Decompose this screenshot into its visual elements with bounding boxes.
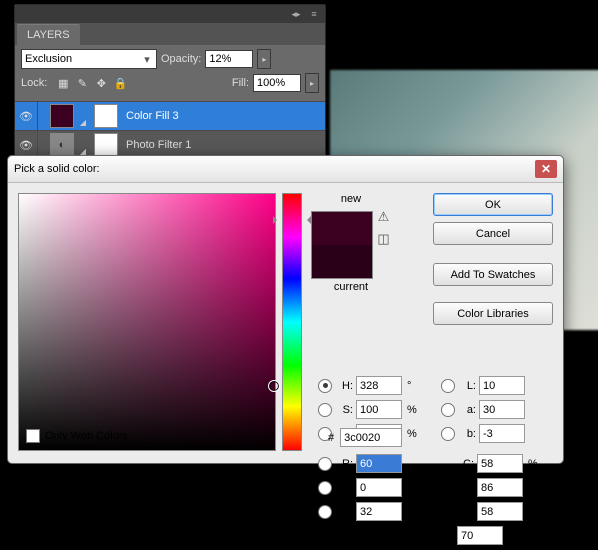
label-bb: b:	[460, 428, 476, 440]
saturation-value-field[interactable]	[18, 193, 276, 451]
radio-bb[interactable]	[441, 427, 455, 441]
menu-icon[interactable]: ≡	[307, 8, 321, 20]
sv-cursor-icon	[268, 380, 280, 392]
opacity-input[interactable]: 12%	[205, 50, 253, 68]
gamut-warning-icon[interactable]: ⚠	[376, 209, 392, 225]
unit-s: %	[407, 404, 421, 416]
layer-mask-thumb[interactable]	[94, 104, 118, 128]
color-picker-dialog: Pick a solid color: ✕ new ⚠	[7, 155, 564, 464]
layer-list: 👁 ◢ Color Fill 3 👁 ◐ ◢ Photo Filter 1	[15, 101, 325, 159]
add-to-swatches-button[interactable]: Add To Swatches	[433, 263, 553, 286]
input-l[interactable]: 10	[479, 376, 525, 395]
label-h: H:	[337, 380, 353, 392]
layer-thumb-adjustment[interactable]: ◐	[50, 133, 74, 157]
lock-transparent-icon[interactable]: ▦	[55, 75, 71, 91]
color-inputs: H: 328° L: 10 S: 100% a: 30 B: 24% b: -3…	[318, 376, 568, 550]
opacity-flyout-button[interactable]: ▸	[257, 49, 271, 69]
collapse-icon[interactable]: ◂▸	[289, 8, 303, 20]
unit-k: %	[508, 530, 522, 542]
radio-h[interactable]	[318, 379, 332, 393]
layer-name: Photo Filter 1	[126, 139, 191, 151]
input-y[interactable]: 58	[477, 502, 523, 521]
panel-titlebar: ◂▸ ≡	[15, 5, 325, 23]
current-color-swatch	[312, 245, 372, 278]
radio-l[interactable]	[441, 379, 455, 393]
blend-mode-select[interactable]: Exclusion ▾	[21, 49, 157, 69]
layers-panel: ◂▸ ≡ LAYERS Exclusion ▾ Opacity: 12% ▸ L…	[14, 4, 326, 160]
radio-a[interactable]	[441, 403, 455, 417]
unit-c: %	[528, 458, 542, 470]
input-c[interactable]: 58	[477, 454, 523, 473]
panel-tab-row: LAYERS	[15, 23, 325, 45]
lock-label: Lock:	[21, 77, 47, 89]
fill-input[interactable]: 100%	[253, 74, 301, 92]
label-k: K:	[438, 530, 454, 542]
lock-move-icon[interactable]: ✥	[93, 75, 109, 91]
input-hex[interactable]: 3c0020	[340, 428, 402, 447]
current-label: current	[312, 281, 390, 293]
hue-slider[interactable]	[282, 193, 302, 451]
input-g[interactable]: 0	[356, 478, 402, 497]
input-h[interactable]: 328	[356, 376, 402, 395]
input-s[interactable]: 100	[356, 400, 402, 419]
radio-g[interactable]	[318, 481, 332, 495]
visibility-eye-icon[interactable]: 👁	[15, 102, 38, 130]
hash-label: #	[328, 432, 334, 444]
unit-b: %	[407, 428, 421, 440]
websafe-warning-icon[interactable]: ◫	[376, 231, 392, 247]
unit-y: %	[528, 506, 542, 518]
unit-m: %	[528, 482, 542, 494]
cancel-button[interactable]: Cancel	[433, 222, 553, 245]
fill-flyout-button[interactable]: ▸	[305, 73, 319, 93]
label-g: G:	[337, 482, 353, 494]
input-m[interactable]: 86	[477, 478, 523, 497]
label-c: C:	[458, 458, 474, 470]
layer-mask-thumb[interactable]	[94, 133, 118, 157]
new-label: new	[312, 193, 390, 205]
radio-r[interactable]	[318, 457, 332, 471]
color-libraries-button[interactable]: Color Libraries	[433, 302, 553, 325]
lock-icons: ▦ ✎ ✥ 🔒	[55, 75, 128, 91]
fill-label: Fill:	[232, 77, 249, 89]
blend-mode-value: Exclusion	[25, 53, 72, 65]
ok-button[interactable]: OK	[433, 193, 553, 216]
only-web-label: Only Web Colors	[45, 430, 128, 442]
close-icon[interactable]: ✕	[535, 160, 557, 178]
input-a[interactable]: 30	[479, 400, 525, 419]
input-r[interactable]: 60	[356, 454, 402, 473]
label-r: R:	[337, 458, 353, 470]
label-l: L:	[460, 380, 476, 392]
layer-thumb-color[interactable]	[50, 104, 74, 128]
lock-brush-icon[interactable]: ✎	[74, 75, 90, 91]
radio-s[interactable]	[318, 403, 332, 417]
label-y: Y:	[458, 506, 474, 518]
color-swatch[interactable]	[311, 211, 373, 279]
only-web-colors[interactable]: Only Web Colors	[26, 429, 128, 443]
layer-row[interactable]: 👁 ◢ Color Fill 3	[15, 101, 325, 130]
opacity-label: Opacity:	[161, 53, 201, 65]
layers-tab[interactable]: LAYERS	[17, 24, 80, 45]
layer-fx-icon[interactable]: ◢	[76, 134, 90, 156]
lock-all-icon[interactable]: 🔒	[112, 75, 128, 91]
layer-name: Color Fill 3	[126, 110, 179, 122]
input-k[interactable]: 70	[457, 526, 503, 545]
layer-fx-icon[interactable]: ◢	[76, 105, 90, 127]
only-web-checkbox[interactable]	[26, 429, 40, 443]
new-color-swatch	[312, 212, 372, 245]
dialog-titlebar[interactable]: Pick a solid color: ✕	[8, 156, 563, 183]
dialog-title: Pick a solid color:	[14, 163, 535, 175]
label-m: M:	[458, 482, 474, 494]
input-bb2[interactable]: 32	[356, 502, 402, 521]
radio-bb2[interactable]	[318, 505, 332, 519]
input-bb[interactable]: -3	[479, 424, 525, 443]
label-bb2: B:	[337, 506, 353, 518]
label-s: S:	[337, 404, 353, 416]
label-a: a:	[460, 404, 476, 416]
unit-h: °	[407, 380, 421, 392]
chevron-down-icon: ▾	[141, 53, 153, 66]
